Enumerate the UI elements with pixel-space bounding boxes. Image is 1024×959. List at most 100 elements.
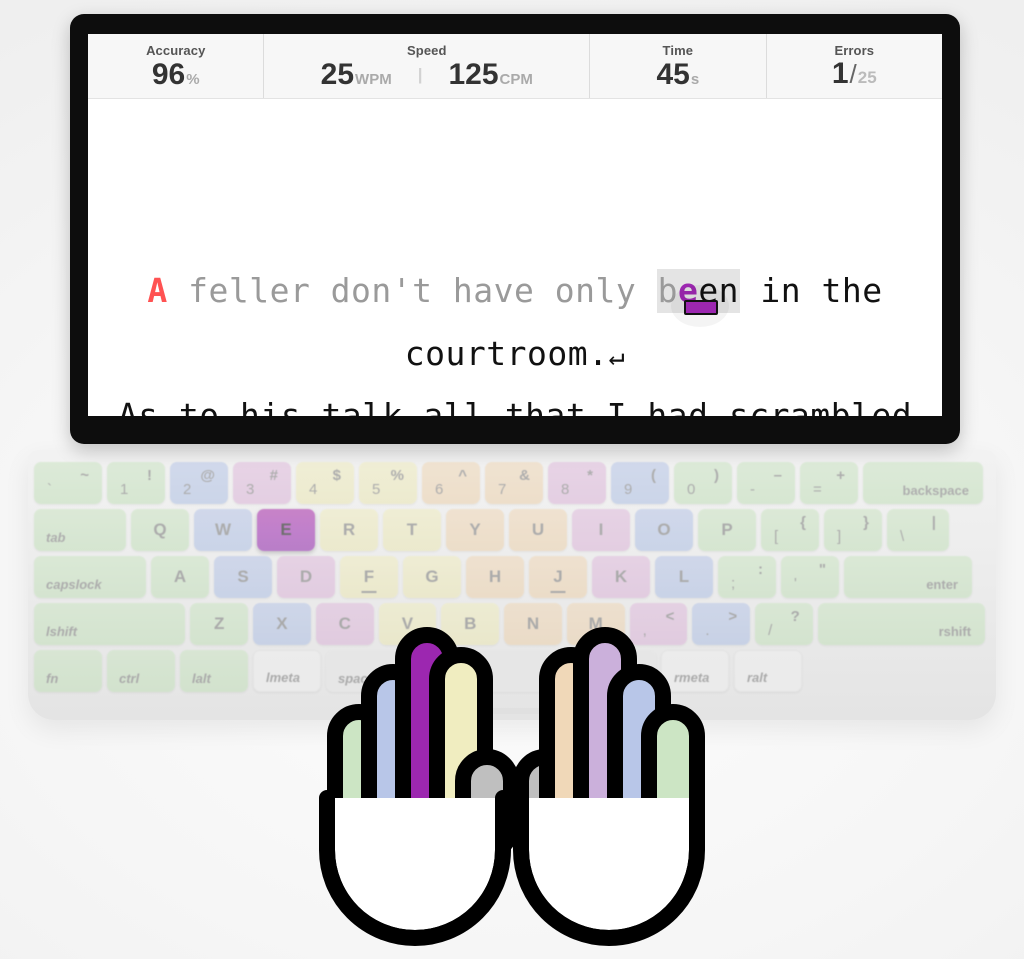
keyboard[interactable]: ~ `! 1 @2 #3 $4% 5 ^ 6 & 7 * 8(9) 0– - + = backspace tab Q W…	[34, 462, 990, 697]
key-label: D	[299, 567, 313, 586]
key-capslock[interactable]: capslock	[34, 556, 146, 598]
typing-area[interactable]: A feller don't have only been in the cou…	[88, 99, 942, 416]
key-g[interactable]: G	[403, 556, 461, 598]
key-p[interactable]: P	[698, 509, 756, 551]
key-top-legend: <	[665, 608, 675, 625]
key-t[interactable]: T	[383, 509, 441, 551]
keyboard-row-4: lshift Z X C V B N M <, >.? / rshift	[34, 603, 990, 645]
key-z[interactable]: Z	[190, 603, 249, 645]
key-y[interactable]: Y	[446, 509, 504, 551]
key-rshift[interactable]: rshift	[817, 603, 986, 645]
key-5[interactable]: % 5	[359, 462, 417, 504]
stat-time: Time 45 s	[589, 34, 765, 98]
key-top-legend: +	[836, 467, 845, 484]
key-enter[interactable]: enter	[844, 556, 972, 598]
key-l[interactable]: L	[655, 556, 713, 598]
key-top-legend: )	[714, 467, 719, 484]
key-label: K	[614, 567, 628, 586]
key-label: L	[678, 567, 690, 586]
key-x[interactable]: X	[253, 603, 311, 645]
accuracy-label: Accuracy	[146, 43, 206, 59]
keyboard-row-1: ~ `! 1 @2 #3 $4% 5 ^ 6 & 7 * 8(9) 0– - + = backspace	[34, 462, 990, 504]
key-b[interactable]: B	[441, 603, 500, 645]
key-[interactable]: + =	[800, 462, 858, 504]
key-label: 5	[372, 481, 381, 498]
key-top-legend: @	[200, 467, 215, 484]
key-fn[interactable]: fn	[34, 650, 102, 692]
speed-separator: |	[417, 64, 423, 84]
key-0[interactable]: ) 0	[674, 462, 732, 504]
key-[interactable]: " '	[781, 556, 839, 598]
key-9[interactable]: (9	[611, 462, 669, 504]
key-a[interactable]: A	[151, 556, 209, 598]
key-top-legend: }	[863, 514, 869, 531]
key-label: Z	[214, 614, 225, 633]
key-[interactable]: :;	[718, 556, 776, 598]
key-top-legend: #	[269, 467, 278, 484]
key-label: lmeta	[266, 670, 300, 685]
key-ctrl[interactable]: ctrl	[107, 650, 175, 692]
key-2[interactable]: @2	[170, 462, 228, 504]
key-4[interactable]: $4	[296, 462, 354, 504]
key-o[interactable]: O	[635, 509, 693, 551]
key-[interactable]: – -	[737, 462, 795, 504]
speed-wpm-value: 25	[320, 57, 355, 91]
key-[interactable]: | \	[887, 509, 949, 551]
key-r[interactable]: R	[320, 509, 378, 551]
key-8[interactable]: * 8	[548, 462, 606, 504]
key-lalt[interactable]: lalt	[180, 650, 248, 692]
key-e[interactable]: E	[257, 509, 315, 551]
key-3[interactable]: #3	[233, 462, 291, 504]
key-i[interactable]: I	[572, 509, 630, 551]
key-label: 6	[435, 481, 444, 498]
key-j[interactable]: J	[529, 556, 587, 598]
key-[interactable]: ? /	[755, 603, 813, 645]
key-d[interactable]: D	[277, 556, 335, 598]
key-space[interactable]: space	[326, 650, 656, 692]
key-s[interactable]: S	[214, 556, 272, 598]
key-n[interactable]: N	[504, 603, 562, 645]
key-7[interactable]: & 7	[485, 462, 543, 504]
key-m[interactable]: M	[566, 603, 625, 645]
key-h[interactable]: H	[466, 556, 524, 598]
key-top-legend: –	[773, 467, 782, 484]
key-label: '	[794, 575, 797, 592]
key-backspace[interactable]: backspace	[863, 462, 983, 504]
errors-slash: /	[849, 59, 857, 90]
key-label: 7	[498, 481, 507, 498]
key-tab[interactable]: tab	[34, 509, 126, 551]
key-rmeta[interactable]: rmeta	[661, 650, 729, 692]
key-k[interactable]: K	[592, 556, 650, 598]
return-symbol-icon: ↵	[608, 341, 626, 372]
key-[interactable]: }]	[824, 509, 882, 551]
key-lmeta[interactable]: lmeta	[253, 650, 321, 692]
key-label: ,	[642, 622, 647, 639]
key-1[interactable]: ! 1	[107, 462, 165, 504]
speed-cpm-unit: CPM	[499, 70, 533, 88]
key-label: P	[721, 520, 733, 539]
key-lshift[interactable]: lshift	[34, 603, 186, 645]
key-ralt[interactable]: ralt	[734, 650, 802, 692]
key-[interactable]: <,	[629, 603, 688, 645]
key-label: lalt	[192, 671, 211, 686]
key-label: 9	[624, 481, 633, 498]
stats-bar: Accuracy 96 % Speed 25 WPM | 125 CPM Tim…	[88, 34, 942, 99]
key-label: U	[531, 520, 545, 539]
key-u[interactable]: U	[509, 509, 567, 551]
key-[interactable]: >.	[692, 603, 751, 645]
time-unit: s	[690, 70, 700, 88]
current-word: been	[656, 269, 741, 327]
key-q[interactable]: Q	[131, 509, 189, 551]
key-label: R	[342, 520, 356, 539]
key-label: I	[598, 520, 604, 539]
key-6[interactable]: ^ 6	[422, 462, 480, 504]
key-w[interactable]: W	[194, 509, 252, 551]
key-f[interactable]: F	[340, 556, 398, 598]
key-[interactable]: ~ `	[34, 462, 102, 504]
key-top-legend: {	[800, 514, 806, 531]
screen: Accuracy 96 % Speed 25 WPM | 125 CPM Tim…	[88, 34, 942, 416]
key-v[interactable]: V	[378, 603, 437, 645]
key-c[interactable]: C	[315, 603, 374, 645]
key-top-legend: "	[818, 561, 826, 578]
key-[interactable]: {[	[761, 509, 819, 551]
